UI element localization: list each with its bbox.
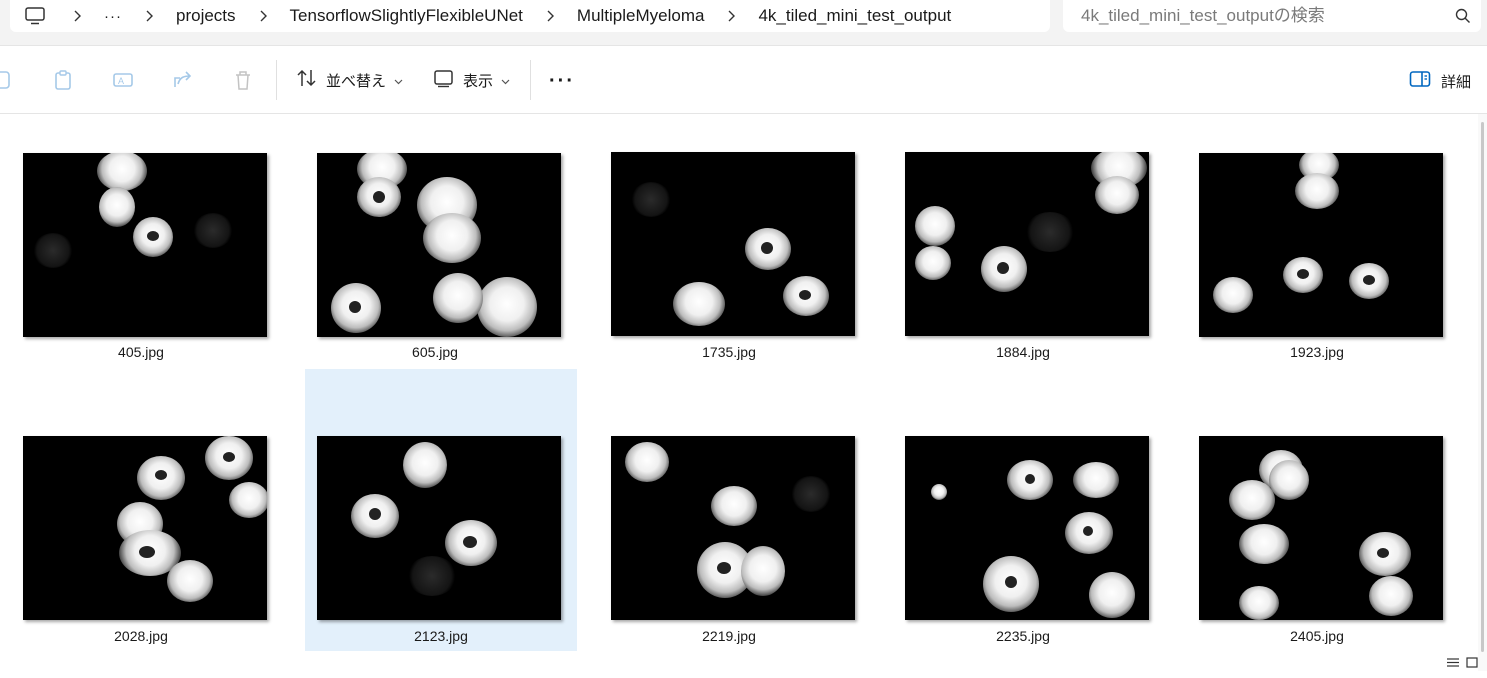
toolbar-divider	[530, 60, 531, 100]
file-name: 1923.jpg	[1290, 344, 1344, 360]
file-name: 2028.jpg	[114, 628, 168, 644]
details-pane-button[interactable]: 詳細	[1409, 70, 1471, 92]
image-thumbnail	[23, 436, 267, 620]
file-item-selected[interactable]: 2123.jpg	[305, 369, 577, 651]
tiles-view-icon[interactable]	[1466, 655, 1478, 673]
file-item[interactable]: 1735.jpg	[593, 112, 865, 394]
breadcrumb-item-unet[interactable]: TensorflowSlightlyFlexibleUNet	[290, 6, 523, 26]
view-label: 表示	[463, 72, 494, 90]
paste-icon[interactable]	[52, 69, 74, 91]
file-item[interactable]: 2028.jpg	[5, 396, 277, 678]
view-switcher	[1446, 655, 1478, 673]
chevron-right-icon[interactable]	[726, 10, 738, 22]
view-button[interactable]: 表示	[433, 66, 510, 94]
file-grid: 405.jpg 605.jpg 1735.jpg 1884.jpg 1923.j…	[0, 114, 1474, 671]
breadcrumb-item-projects[interactable]: projects	[176, 6, 236, 26]
new-icon[interactable]	[0, 69, 14, 91]
file-item[interactable]: 2405.jpg	[1181, 396, 1453, 678]
sort-button[interactable]: 並べ替え	[296, 66, 403, 94]
address-row: ··· projects TensorflowSlightlyFlexibleU…	[0, 0, 1487, 46]
computer-icon[interactable]	[24, 7, 46, 25]
image-thumbnail	[1199, 153, 1443, 337]
file-name: 2123.jpg	[414, 628, 468, 644]
file-item[interactable]: 1884.jpg	[887, 112, 1159, 394]
file-item[interactable]: 2219.jpg	[593, 396, 865, 678]
search-box[interactable]	[1063, 0, 1481, 32]
toolbar-divider	[276, 60, 277, 100]
search-icon[interactable]	[1455, 8, 1471, 24]
breadcrumb-item-myeloma[interactable]: MultipleMyeloma	[577, 6, 705, 26]
sort-icon	[296, 68, 318, 92]
file-item[interactable]: 2235.jpg	[887, 396, 1159, 678]
file-item[interactable]: 1923.jpg	[1181, 112, 1453, 394]
image-thumbnail	[23, 153, 267, 337]
breadcrumb-item-current[interactable]: 4k_tiled_mini_test_output	[758, 6, 951, 26]
file-name: 2405.jpg	[1290, 628, 1344, 644]
chevron-right-icon[interactable]	[72, 10, 84, 22]
list-view-icon[interactable]	[1446, 655, 1460, 673]
file-name: 405.jpg	[118, 344, 164, 360]
file-name: 1884.jpg	[996, 344, 1050, 360]
file-name: 605.jpg	[412, 344, 458, 360]
search-input[interactable]	[1081, 6, 1441, 26]
more-options-button[interactable]: ···	[549, 70, 575, 93]
image-thumbnail	[905, 436, 1149, 620]
file-name: 1735.jpg	[702, 344, 756, 360]
image-thumbnail	[611, 436, 855, 620]
chevron-right-icon[interactable]	[545, 10, 557, 22]
image-thumbnail	[1199, 436, 1443, 620]
breadcrumb[interactable]: ··· projects TensorflowSlightlyFlexibleU…	[10, 0, 1050, 32]
sort-label: 並べ替え	[326, 72, 387, 90]
chevron-right-icon[interactable]	[258, 10, 270, 22]
details-pane-icon	[1409, 70, 1431, 92]
image-thumbnail	[317, 436, 561, 620]
svg-text:A: A	[118, 76, 124, 86]
chevron-down-icon	[501, 72, 510, 89]
command-bar: A 並べ替え 表示 ··· 詳細	[0, 46, 1487, 114]
rename-icon[interactable]: A	[112, 69, 134, 91]
chevron-right-icon[interactable]	[144, 10, 156, 22]
details-label: 詳細	[1441, 73, 1472, 91]
breadcrumb-overflow[interactable]: ···	[104, 8, 122, 25]
image-thumbnail	[317, 153, 561, 337]
view-icon	[433, 68, 455, 92]
file-item[interactable]: 405.jpg	[5, 112, 277, 394]
image-thumbnail	[611, 152, 855, 336]
scrollbar-thumb[interactable]	[1481, 122, 1484, 652]
vertical-scrollbar[interactable]	[1478, 114, 1487, 671]
file-name: 2219.jpg	[702, 628, 756, 644]
file-name: 2235.jpg	[996, 628, 1050, 644]
chevron-down-icon	[394, 72, 403, 89]
image-thumbnail	[905, 152, 1149, 336]
delete-icon[interactable]	[232, 69, 254, 91]
file-item[interactable]: 605.jpg	[299, 112, 571, 394]
share-icon[interactable]	[172, 69, 194, 91]
